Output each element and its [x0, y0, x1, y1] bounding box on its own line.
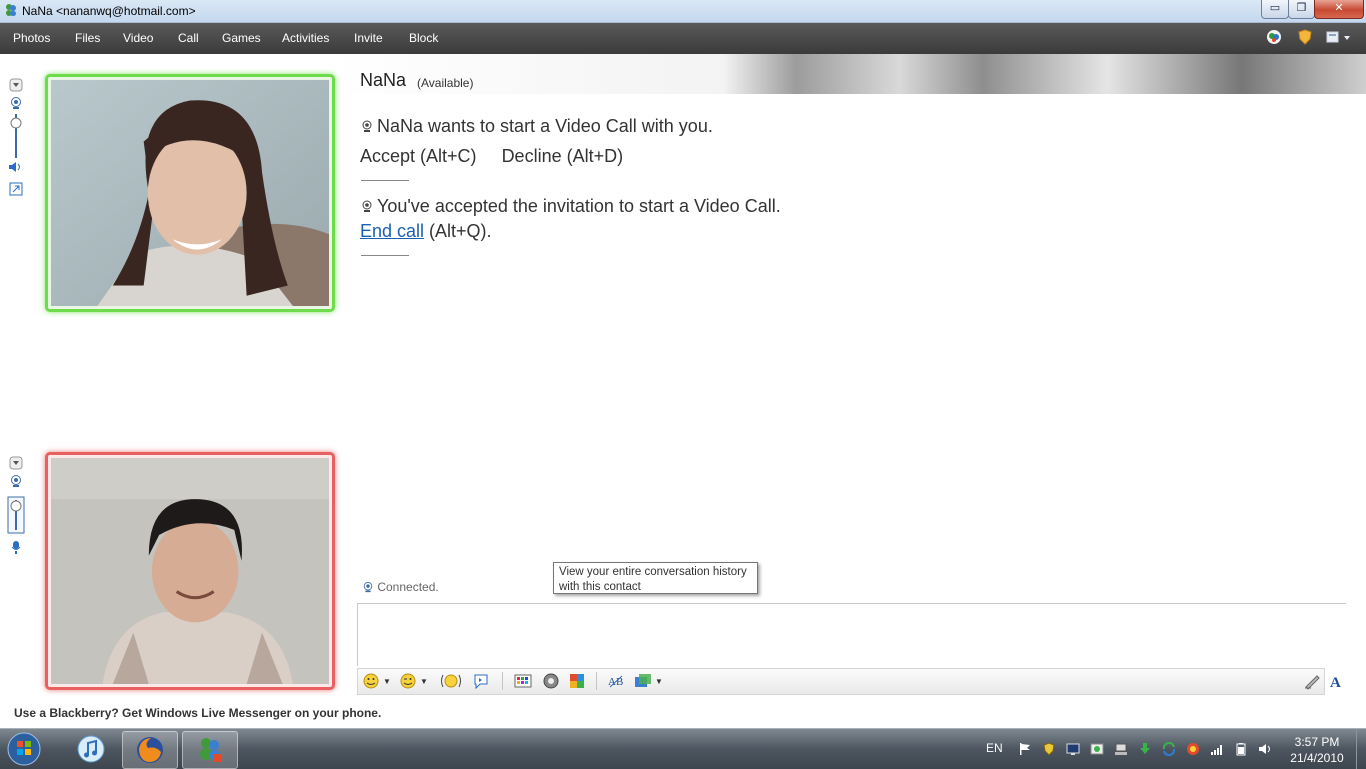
- menu-call[interactable]: Call: [178, 31, 199, 45]
- invite-text: NaNa wants to start a Video Call with yo…: [377, 116, 713, 136]
- show-desktop-button[interactable]: [1356, 729, 1366, 769]
- start-button-icon[interactable]: [6, 731, 42, 767]
- connected-text: Connected.: [377, 580, 439, 594]
- message-input-box[interactable]: [357, 603, 1349, 669]
- voice-clip-icon[interactable]: [472, 672, 490, 690]
- share-dropdown-icon[interactable]: ▼: [655, 677, 663, 686]
- decline-call-link[interactable]: Decline (Alt+D): [502, 146, 624, 166]
- messenger-icon: [6, 4, 16, 16]
- share-icon[interactable]: [634, 672, 652, 690]
- nudge-icon[interactable]: [440, 672, 462, 690]
- webcam-icon[interactable]: [9, 96, 23, 110]
- flag-icon[interactable]: [1018, 742, 1032, 756]
- handwriting-icon[interactable]: [1303, 672, 1321, 690]
- message-divider: [361, 180, 409, 181]
- mic-volume-slider[interactable]: [7, 496, 25, 534]
- webcam-icon: [362, 120, 372, 132]
- volume-slider[interactable]: [9, 114, 23, 158]
- message-input[interactable]: [358, 604, 1349, 669]
- maximize-button[interactable]: ❐: [1288, 0, 1315, 19]
- text-style-icon[interactable]: A: [1328, 672, 1346, 690]
- messenger-status-icon[interactable]: [1265, 28, 1283, 46]
- network-device-icon[interactable]: [1114, 742, 1128, 756]
- download-icon[interactable]: [1138, 742, 1152, 756]
- signal-icon[interactable]: [1210, 742, 1224, 756]
- display-icon[interactable]: [1066, 742, 1080, 756]
- font-icon[interactable]: AB: [607, 672, 625, 690]
- tooltip-line-2: with this contact: [559, 581, 641, 593]
- taskbar-firefox[interactable]: [122, 731, 178, 769]
- system-clock[interactable]: 3:57 PM 21/4/2010: [1286, 734, 1348, 766]
- minimize-button[interactable]: ▭: [1261, 0, 1289, 19]
- title-bar: NaNa <nananwq@hotmail.com> ▭ ❐ ✕: [0, 0, 1366, 23]
- end-call-hotkey: (Alt+Q).: [424, 221, 492, 241]
- webcam-icon: [362, 200, 372, 212]
- connection-status: Connected.: [362, 580, 439, 594]
- clock-time: 3:57 PM: [1294, 735, 1340, 749]
- background-icon[interactable]: [514, 672, 532, 690]
- svg-text:A: A: [1330, 675, 1341, 690]
- wink-dropdown-icon[interactable]: ▼: [420, 677, 428, 686]
- window-title: NaNa <nananwq@hotmail.com>: [22, 4, 196, 18]
- message-divider: [361, 255, 409, 256]
- menu-photos[interactable]: Photos: [13, 31, 50, 45]
- webcam-icon: [363, 581, 373, 593]
- activity-icon[interactable]: [568, 672, 586, 690]
- accepted-message: You've accepted the invitation to start …: [360, 196, 781, 217]
- menu-games[interactable]: Games: [222, 31, 261, 45]
- firefox-icon: [137, 737, 163, 763]
- invite-actions: Accept (Alt+C) Decline (Alt+D): [360, 146, 623, 167]
- messenger-icon: [200, 738, 222, 762]
- menu-activities[interactable]: Activities: [282, 31, 329, 45]
- dropdown-icon[interactable]: [9, 78, 23, 92]
- taskbar: EN 3:57 PM 21/4/2010: [0, 728, 1366, 769]
- antivirus-icon[interactable]: [1186, 742, 1200, 756]
- contact-video-feed: [51, 80, 329, 306]
- emoticon-icon[interactable]: [362, 672, 380, 690]
- input-language[interactable]: EN: [986, 741, 1003, 755]
- menu-bar: Photos Files Video Call Games Activities…: [0, 23, 1366, 54]
- security-shield-icon[interactable]: [1042, 742, 1056, 756]
- menu-files[interactable]: Files: [75, 31, 100, 45]
- toolbar-divider: [596, 672, 597, 690]
- update-icon[interactable]: [1090, 742, 1104, 756]
- emoticon-dropdown-icon[interactable]: ▼: [383, 677, 391, 686]
- game-icon[interactable]: [542, 672, 560, 690]
- contact-video-frame[interactable]: [45, 74, 335, 312]
- invite-message: NaNa wants to start a Video Call with yo…: [360, 116, 713, 137]
- self-video-frame[interactable]: [45, 452, 335, 690]
- taskbar-itunes[interactable]: [64, 731, 118, 767]
- end-call-line: End call (Alt+Q).: [360, 221, 492, 242]
- shield-icon[interactable]: [1296, 28, 1314, 46]
- battery-icon[interactable]: [1234, 742, 1248, 756]
- clock-date: 21/4/2010: [1290, 751, 1344, 765]
- self-video-feed: [51, 458, 329, 684]
- microphone-icon[interactable]: [9, 540, 23, 554]
- contact-status: (Available): [417, 76, 474, 90]
- close-button[interactable]: ✕: [1314, 0, 1364, 19]
- end-call-link[interactable]: End call: [360, 221, 424, 241]
- speaker-icon[interactable]: [8, 160, 22, 174]
- popout-icon[interactable]: [9, 182, 23, 196]
- tooltip-line-1: View your entire conversation history: [559, 566, 747, 578]
- menu-invite[interactable]: Invite: [354, 31, 383, 45]
- dropdown-icon[interactable]: [9, 456, 23, 470]
- contact-name: NaNa: [360, 70, 407, 90]
- accepted-text: You've accepted the invitation to start …: [377, 196, 781, 216]
- volume-icon[interactable]: [1258, 742, 1272, 756]
- itunes-icon: [77, 735, 105, 763]
- taskbar-messenger[interactable]: [182, 731, 238, 769]
- webcam-icon[interactable]: [9, 474, 23, 488]
- wink-icon[interactable]: [399, 672, 417, 690]
- menu-video[interactable]: Video: [123, 31, 153, 45]
- history-tooltip: View your entire conversation history wi…: [553, 562, 758, 594]
- header-banner: [330, 54, 1366, 94]
- accept-call-link[interactable]: Accept (Alt+C): [360, 146, 477, 166]
- menu-block[interactable]: Block: [409, 31, 438, 45]
- toolbar-divider: [502, 672, 503, 690]
- sync-icon[interactable]: [1162, 742, 1176, 756]
- options-icon[interactable]: [1325, 28, 1353, 46]
- ad-text[interactable]: Use a Blackberry? Get Windows Live Messe…: [14, 706, 381, 720]
